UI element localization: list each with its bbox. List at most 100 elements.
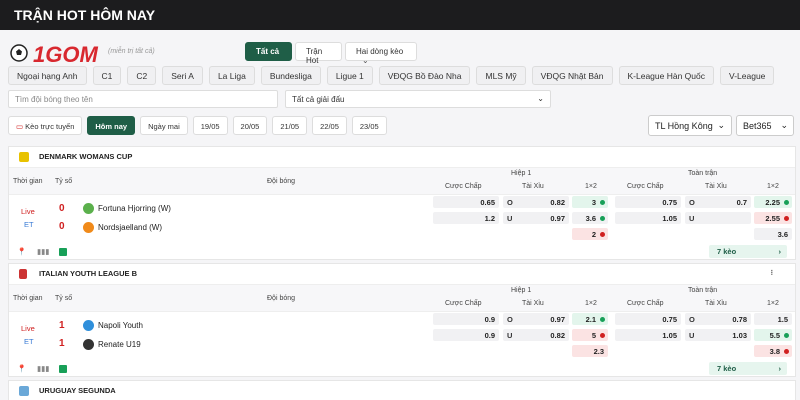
- competition-header[interactable]: URUGUAY SEGUNDA: [9, 381, 795, 400]
- more-odds-button[interactable]: 7 kèo ›: [709, 245, 787, 258]
- odds-cell[interactable]: 1.2: [433, 212, 499, 224]
- league-chip[interactable]: Ngoại hạng Anh: [8, 66, 87, 85]
- league-chip[interactable]: MLS Mỹ: [476, 66, 526, 85]
- league-chip[interactable]: Bundesliga: [260, 66, 321, 85]
- stats-icon[interactable]: ▮▮▮: [37, 247, 49, 256]
- league-chip[interactable]: C1: [92, 66, 122, 85]
- home-score: 1: [59, 320, 65, 331]
- odds-cell[interactable]: 2.1: [572, 313, 608, 325]
- col-half: Hiệp 1: [511, 170, 532, 177]
- competition-card: ITALIAN YOUTH LEAGUE B ⁝ Thời gian Tỷ số …: [8, 263, 796, 377]
- league-filter: Ngoại hạng Anh C1 C2 Seri A La Liga Bundeslig…: [8, 66, 775, 86]
- odds-cell[interactable]: 0.75: [615, 313, 681, 325]
- league-flag-icon: [19, 152, 29, 162]
- odds-cell[interactable]: U 0.97: [503, 212, 569, 224]
- odds-cell[interactable]: 0.9: [433, 329, 499, 341]
- col-full: Toàn trận: [688, 170, 718, 177]
- odds-cell[interactable]: U 0.82: [503, 329, 569, 341]
- date-tab[interactable]: 20/05: [232, 116, 268, 135]
- league-chip[interactable]: C2: [127, 66, 157, 85]
- pin-icon[interactable]: 📍: [17, 247, 26, 256]
- away-team[interactable]: Nordsjaelland (W): [98, 223, 162, 232]
- odds-value: 0.97: [550, 214, 565, 223]
- odds-cell[interactable]: 2.25: [754, 196, 792, 208]
- league-chip[interactable]: VĐQG Bồ Đào Nha: [378, 66, 471, 85]
- competition-header[interactable]: DENMARK WOMANS CUP: [9, 147, 795, 167]
- odds-cell[interactable]: 0.75: [615, 196, 681, 208]
- live-stream-icon[interactable]: [59, 365, 67, 373]
- up-indicator-icon: [784, 200, 789, 205]
- date-tab[interactable]: Ngày mai: [140, 116, 188, 135]
- home-team[interactable]: Napoli Youth: [98, 321, 143, 330]
- stats-icon[interactable]: ▮▮▮: [37, 364, 49, 373]
- odds-cell[interactable]: O 0.97: [503, 313, 569, 325]
- odds-value: 5: [591, 331, 596, 340]
- col-time: Thời gian: [13, 178, 43, 185]
- odds-cell[interactable]: 0.65: [433, 196, 499, 208]
- odds-cell[interactable]: 3.8: [754, 345, 792, 357]
- odds-cell[interactable]: O 0.7: [685, 196, 751, 208]
- competition-header[interactable]: ITALIAN YOUTH LEAGUE B ⁝: [9, 264, 795, 284]
- live-stream-icon[interactable]: [59, 248, 67, 256]
- col-time: Thời gian: [13, 295, 43, 302]
- tab-all[interactable]: Tất cả: [245, 42, 292, 61]
- live-tv-icon: ▭: [16, 122, 26, 131]
- date-tab[interactable]: 22/05: [312, 116, 347, 135]
- odds-cell[interactable]: U: [685, 212, 751, 224]
- search-input[interactable]: Tìm đội bóng theo tên: [8, 90, 278, 108]
- competition-card: URUGUAY SEGUNDA: [8, 380, 796, 400]
- odds-value: 3: [591, 198, 596, 207]
- date-tab[interactable]: Hôm nay: [87, 116, 136, 135]
- tab-hot[interactable]: Trận Hot: [295, 42, 342, 65]
- odds-cell[interactable]: 0.9: [433, 313, 499, 325]
- odds-cell[interactable]: 2: [572, 228, 608, 240]
- odds-format-value: TL Hồng Kông: [655, 121, 713, 131]
- odds-cell[interactable]: 5: [572, 329, 608, 341]
- bookmaker-select[interactable]: Bet365 ⌄: [736, 115, 794, 136]
- team-logo-icon: [83, 339, 94, 350]
- date-filter: ▭ Kèo trực tuyến Hôm nay Ngày mai 19/05 20/0…: [8, 116, 387, 135]
- odds-value: 2.1: [585, 315, 596, 324]
- more-odds-button[interactable]: 7 kèo ›: [709, 362, 787, 375]
- league-chip[interactable]: La Liga: [208, 66, 255, 85]
- col-full: Toàn trận: [688, 287, 718, 294]
- odds-cell[interactable]: 5.5: [754, 329, 792, 341]
- up-indicator-icon: [600, 200, 605, 205]
- under-label: U: [507, 331, 513, 340]
- date-tab[interactable]: 21/05: [272, 116, 308, 135]
- odds-cell[interactable]: 3.6: [572, 212, 608, 224]
- filter-icon[interactable]: ⁝: [771, 268, 773, 277]
- live-odds-button[interactable]: ▭ Kèo trực tuyến: [8, 116, 83, 135]
- odds-cell[interactable]: O 0.82: [503, 196, 569, 208]
- home-score: 0: [59, 203, 65, 214]
- away-team[interactable]: Renate U19: [98, 340, 141, 349]
- odds-cell[interactable]: 2.55: [754, 212, 792, 224]
- odds-cell[interactable]: 1.05: [615, 329, 681, 341]
- league-select[interactable]: Tất cả giải đấu ⌄: [285, 90, 551, 108]
- bookmaker-value: Bet365: [743, 121, 772, 131]
- odds-cell[interactable]: 3.6: [754, 228, 792, 240]
- odds-cell[interactable]: U 1.03: [685, 329, 751, 341]
- league-chip[interactable]: V-League: [720, 66, 775, 85]
- match-footer: 📍 ▮▮▮ 7 kèo ›: [9, 362, 795, 376]
- league-chip[interactable]: K-League Hàn Quốc: [618, 66, 714, 85]
- league-flag-icon: [19, 386, 29, 396]
- tab-two-lines[interactable]: Hai dòng kèo⌄: [345, 42, 417, 65]
- match-status: Live: [21, 207, 35, 216]
- home-team[interactable]: Fortuna Hjorring (W): [98, 204, 171, 213]
- date-tab-label: 21/05: [280, 122, 300, 131]
- odds-cell[interactable]: 1.5: [754, 313, 792, 325]
- pin-icon[interactable]: 📍: [17, 364, 26, 373]
- league-select-value: Tất cả giải đấu: [292, 95, 345, 104]
- odds-cell[interactable]: 3: [572, 196, 608, 208]
- odds-format-select[interactable]: TL Hồng Kông ⌄: [648, 115, 732, 136]
- date-tab[interactable]: 23/05: [351, 116, 387, 135]
- odds-cell[interactable]: 2.3: [572, 345, 608, 357]
- date-tab[interactable]: 19/05: [192, 116, 228, 135]
- odds-cell[interactable]: O 0.78: [685, 313, 751, 325]
- league-chip[interactable]: Ligue 1: [326, 66, 373, 85]
- odds-cell[interactable]: 1.05: [615, 212, 681, 224]
- league-chip[interactable]: VĐQG Nhật Bản: [531, 66, 613, 85]
- league-chip[interactable]: Seri A: [162, 66, 203, 85]
- table-header: Thời gian Tỷ số Đội bóng Hiệp 1 Toàn trậ…: [9, 284, 795, 312]
